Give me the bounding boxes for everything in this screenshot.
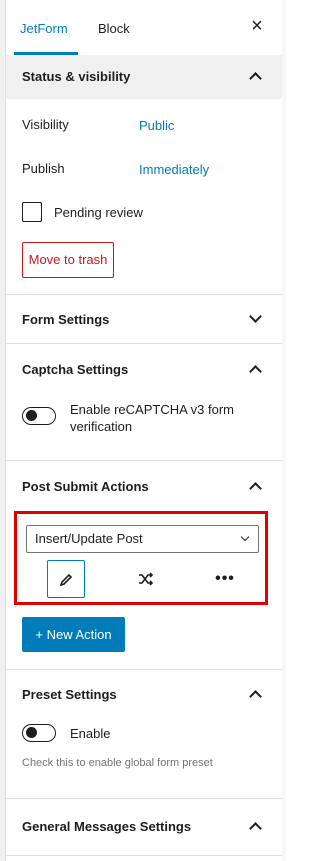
panel-title: Form Settings [22,312,110,327]
publish-value-link[interactable]: Immediately [139,162,209,177]
captcha-toggle[interactable] [22,407,56,425]
preset-settings-panel: Preset Settings Enable [6,670,282,799]
preset-toggle[interactable] [22,724,56,742]
shuffle-icon [139,572,154,586]
move-to-trash-button[interactable]: Move to trash [22,242,114,278]
settings-sidebar: JetForm Block × Status & visibility Visi… [0,0,286,861]
chevron-up-icon [249,482,262,495]
captcha-settings-header[interactable]: Captcha Settings [6,344,282,396]
conditions-action-button[interactable] [127,560,165,598]
toggle-knob [26,410,37,421]
selected-action: Insert/Update Post [35,531,143,546]
tab-jetform[interactable]: JetForm [14,0,78,55]
visibility-value-link[interactable]: Public [139,118,174,133]
panel-title: Status & visibility [22,69,131,84]
captcha-settings-panel: Captcha Settings Enable reCAPTCHA v3 for… [6,344,282,461]
chevron-up-icon [249,690,262,703]
form-settings-header[interactable]: Form Settings [6,295,282,343]
captcha-toggle-label-line1: Enable reCAPTCHA v3 form [70,402,235,417]
chevron-down-icon [249,310,262,323]
chevron-up-icon [249,822,262,835]
status-visibility-header[interactable]: Status & visibility [6,55,282,99]
preset-toggle-label: Enable [70,726,111,741]
chevron-up-icon [249,72,262,85]
panel-title: Preset Settings [22,687,117,702]
general-messages-header[interactable]: General Messages Settings [6,799,282,855]
right-scrollbar[interactable] [282,0,286,861]
chevron-up-icon [249,365,262,378]
preset-help-text: Check this to enable global form preset [22,757,213,769]
edit-action-button[interactable] [47,560,85,598]
preset-settings-header[interactable]: Preset Settings [6,670,282,720]
pencil-icon [59,573,73,587]
panel-title: Post Submit Actions [22,479,149,494]
publish-label: Publish [22,161,65,176]
panel-title: General Messages Settings [22,819,192,834]
status-visibility-panel: Status & visibility Visibility Public Pu… [6,55,282,295]
pending-review-checkbox[interactable] [22,202,42,222]
general-messages-panel: General Messages Settings [6,799,282,856]
sidebar-tabs: JetForm Block × [6,0,282,56]
captcha-toggle-label-line2: verification [70,419,133,434]
form-settings-panel: Form Settings [6,295,282,344]
new-action-button[interactable]: + New Action [22,617,125,652]
panel-title: Captcha Settings [22,362,129,377]
chevron-down-icon [240,532,250,542]
pending-review-label: Pending review [54,205,143,220]
more-icon[interactable]: ••• [206,560,244,598]
action-type-select[interactable]: Insert/Update Post [26,525,259,553]
close-icon[interactable]: × [247,16,267,36]
visibility-label: Visibility [22,117,69,132]
post-submit-actions-header[interactable]: Post Submit Actions [6,461,282,513]
toggle-knob [26,727,37,738]
tab-block[interactable]: Block [98,0,130,55]
